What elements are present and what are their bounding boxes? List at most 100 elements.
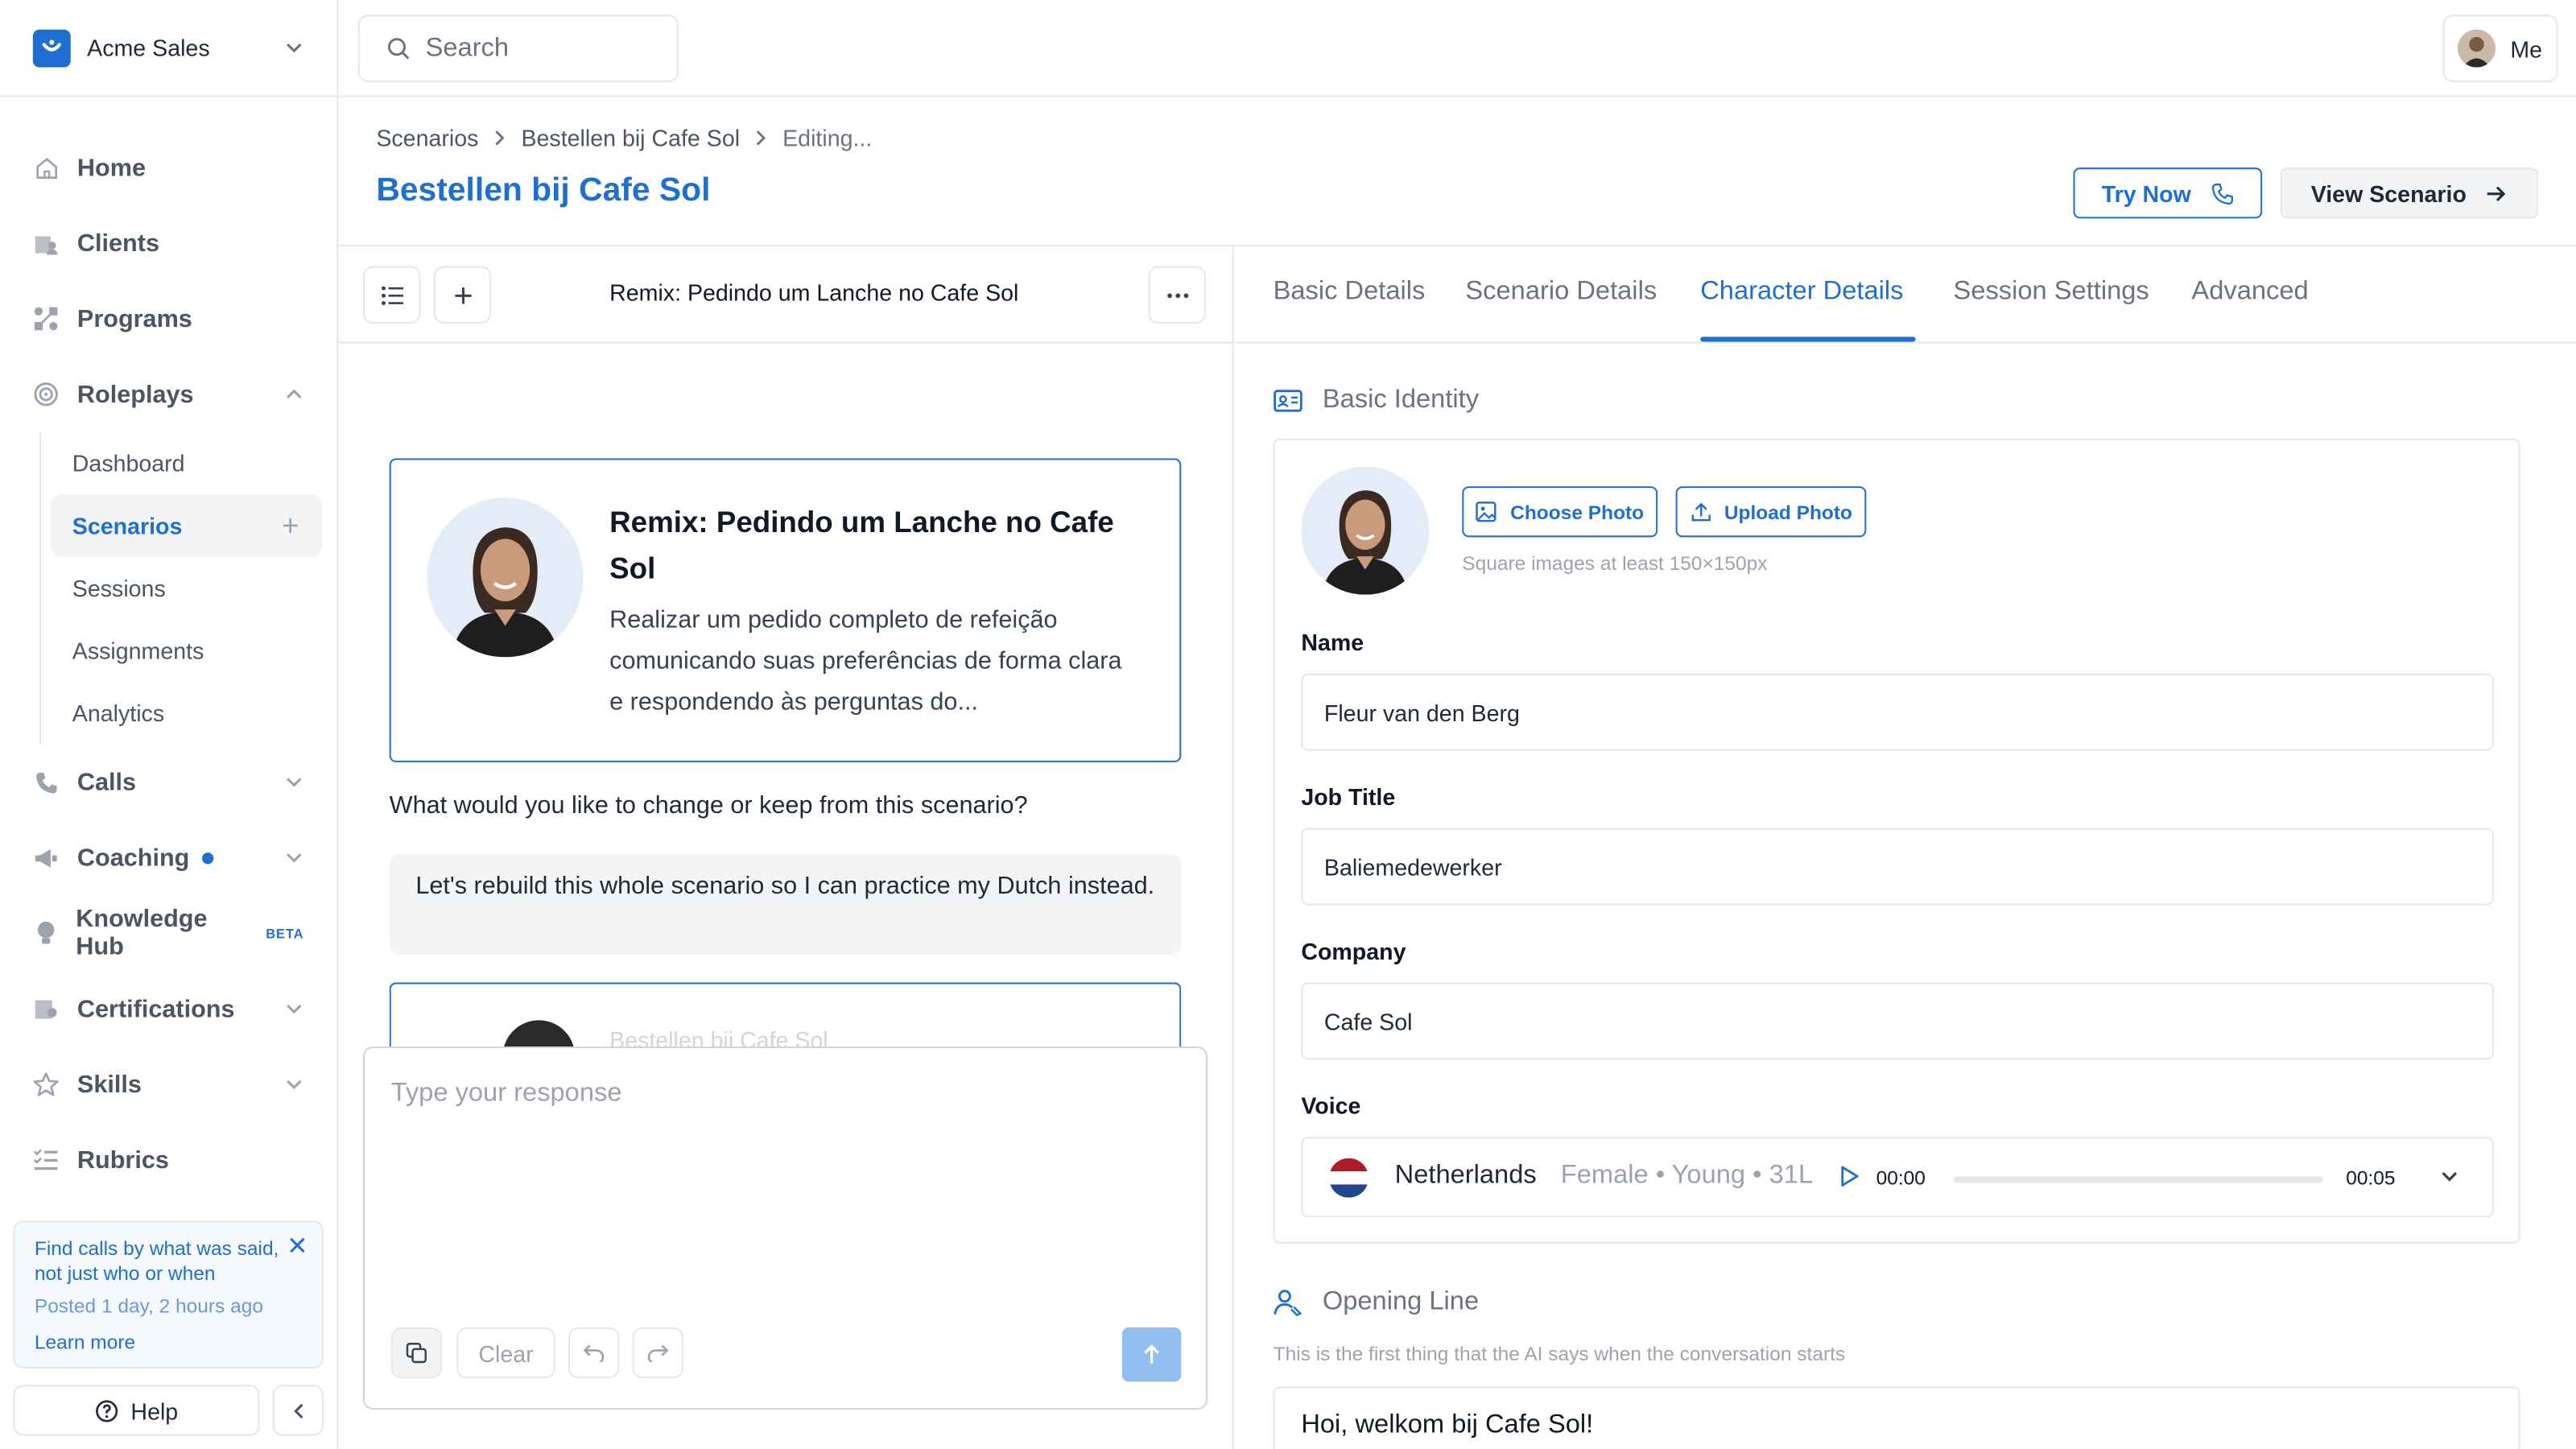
nav-programs-label: Programs xyxy=(76,304,192,333)
certificate-icon xyxy=(33,996,60,1022)
view-scenario-button[interactable]: View Scenario xyxy=(2280,167,2539,219)
breadcrumb-current: Editing... xyxy=(782,125,873,151)
voice-progress-bar[interactable] xyxy=(1953,1176,2323,1183)
voice-current-time: 00:00 xyxy=(1876,1166,1926,1190)
undo-icon xyxy=(583,1344,605,1362)
nav-skills[interactable]: Skills xyxy=(0,1046,336,1122)
sub-analytics[interactable]: Analytics xyxy=(51,682,322,745)
nav-roleplays[interactable]: Roleplays xyxy=(0,357,336,432)
learn-more-link[interactable]: Learn more xyxy=(35,1331,303,1354)
photo-hint: Square images at least 150×150px xyxy=(1462,551,1768,576)
breadcrumb: Scenarios Bestellen bij Cafe Sol Editing… xyxy=(376,125,872,151)
basic-identity-heading: Basic Identity xyxy=(1274,385,1479,418)
redo-button[interactable] xyxy=(632,1327,683,1379)
editor-tabs: Basic Details Scenario Details Character… xyxy=(1235,246,2576,344)
nav-certifications-label: Certifications xyxy=(76,994,235,1023)
announcement-card: Find calls by what was said, not just wh… xyxy=(13,1220,324,1368)
try-now-button[interactable]: Try Now xyxy=(2073,167,2263,219)
nav-home[interactable]: Home xyxy=(0,130,336,205)
voice-label: Voice xyxy=(1301,1092,1361,1119)
opening-line-heading: Opening Line xyxy=(1274,1286,1479,1319)
breadcrumb-scenarios[interactable]: Scenarios xyxy=(376,125,478,151)
image-icon xyxy=(1476,501,1497,522)
user-message: Let's rebuild this whole scenario so I c… xyxy=(389,854,1182,955)
sub-sessions[interactable]: Sessions xyxy=(51,557,322,620)
upload-photo-button[interactable]: Upload Photo xyxy=(1675,486,1867,538)
chevron-down-icon[interactable] xyxy=(2440,1166,2459,1186)
user-voice-icon xyxy=(1274,1286,1307,1319)
sub-dashboard[interactable]: Dashboard xyxy=(51,432,322,495)
nav-skills-label: Skills xyxy=(76,1070,142,1099)
scenario-card-title: Remix: Pedindo um Lanche no Cafe Sol xyxy=(609,506,1114,585)
redo-icon xyxy=(647,1344,669,1362)
nav-home-label: Home xyxy=(76,153,146,182)
more-horizontal-icon xyxy=(1166,291,1189,298)
remix-chat-panel: Remix: Pedindo um Lanche no Cafe Sol Rem… xyxy=(338,246,1234,1449)
org-name: Acme Sales xyxy=(87,34,210,61)
copy-button[interactable] xyxy=(390,1327,442,1379)
undo-button[interactable] xyxy=(568,1327,620,1379)
sub-scenarios[interactable]: Scenarios + xyxy=(51,494,322,557)
company-field[interactable]: Cafe Sol xyxy=(1301,982,2494,1060)
breadcrumb-scenario[interactable]: Bestellen bij Cafe Sol xyxy=(521,125,740,151)
name-field[interactable]: Fleur van den Berg xyxy=(1301,673,2494,751)
chat-header: Remix: Pedindo um Lanche no Cafe Sol xyxy=(338,246,1232,344)
nav-knowledge-hub[interactable]: Knowledge Hub BETA xyxy=(0,895,336,971)
response-composer[interactable]: Type your response Clear xyxy=(363,1046,1208,1410)
chevron-left-icon xyxy=(290,1402,306,1418)
arrow-up-icon xyxy=(1141,1344,1161,1365)
play-icon[interactable] xyxy=(1840,1165,1860,1188)
tab-basic-details[interactable]: Basic Details xyxy=(1274,278,1426,308)
announcement-posted: Posted 1 day, 2 hours ago xyxy=(34,1294,263,1318)
chevron-down-icon xyxy=(284,999,303,1018)
search-input[interactable]: Search xyxy=(357,14,679,83)
nav-knowledge-hub-label: Knowledge Hub xyxy=(76,905,208,961)
plus-icon xyxy=(452,285,472,304)
clear-button[interactable]: Clear xyxy=(456,1327,555,1379)
nav-programs[interactable]: Programs xyxy=(0,281,336,357)
nav-clients[interactable]: Clients xyxy=(0,205,336,281)
tab-scenario-details[interactable]: Scenario Details xyxy=(1465,278,1657,308)
list-button[interactable] xyxy=(363,266,421,324)
character-avatar xyxy=(502,1020,576,1049)
choose-photo-button[interactable]: Choose Photo xyxy=(1462,486,1658,538)
opening-line-subtitle: This is the first thing that the AI says… xyxy=(1273,1342,1846,1365)
chevron-up-icon xyxy=(284,385,303,404)
nav-certifications[interactable]: Certifications xyxy=(0,971,336,1046)
list-icon xyxy=(380,285,403,304)
scenario-card[interactable]: Remix: Pedindo um Lanche no Cafe Sol Rea… xyxy=(389,458,1182,762)
tab-character-details[interactable]: Character Details xyxy=(1700,278,1903,308)
new-chat-button[interactable] xyxy=(433,266,492,324)
opening-line-value: Hoi, welkom bij Cafe Sol! xyxy=(1301,1411,1594,1439)
user-label: Me xyxy=(2510,35,2543,62)
add-scenario-icon[interactable]: + xyxy=(282,509,299,543)
clear-label: Clear xyxy=(478,1340,534,1366)
nav-calls[interactable]: Calls xyxy=(0,744,336,819)
scenario-editor: Basic Details Scenario Details Character… xyxy=(1235,246,2576,1449)
sub-assignments[interactable]: Assignments xyxy=(51,619,322,682)
opening-line-field[interactable]: Hoi, welkom bij Cafe Sol! xyxy=(1273,1386,2520,1449)
voice-meta: Female • Young • 31L xyxy=(1560,1161,1814,1190)
close-icon[interactable] xyxy=(289,1237,305,1253)
megaphone-icon xyxy=(33,844,60,871)
tab-advanced[interactable]: Advanced xyxy=(2191,278,2308,308)
id-card-icon xyxy=(1274,385,1307,418)
send-button[interactable] xyxy=(1121,1327,1182,1382)
sub-analytics-label: Analytics xyxy=(72,700,165,727)
org-switcher[interactable]: Acme Sales xyxy=(0,0,337,97)
user-menu-button[interactable]: Me xyxy=(2442,14,2558,83)
tab-session-settings[interactable]: Session Settings xyxy=(1954,278,2149,308)
nav-rubrics[interactable]: Rubrics xyxy=(0,1122,336,1198)
search-icon xyxy=(386,36,411,61)
phone-icon xyxy=(33,769,60,795)
more-options-button[interactable] xyxy=(1148,266,1206,324)
voice-select[interactable]: Netherlands Female • Young • 31L 00:00 0… xyxy=(1301,1137,2494,1218)
voice-country: Netherlands xyxy=(1394,1161,1537,1190)
chevron-right-icon xyxy=(754,130,767,146)
upload-photo-label: Upload Photo xyxy=(1724,500,1853,523)
collapse-sidebar-button[interactable] xyxy=(272,1385,324,1436)
help-button[interactable]: Help xyxy=(13,1385,260,1436)
scenario-card-preview[interactable]: Bestellen bij Cafe Sol xyxy=(389,982,1182,1049)
nav-coaching[interactable]: Coaching xyxy=(0,819,336,895)
job-title-field[interactable]: Baliemedewerker xyxy=(1301,828,2494,906)
